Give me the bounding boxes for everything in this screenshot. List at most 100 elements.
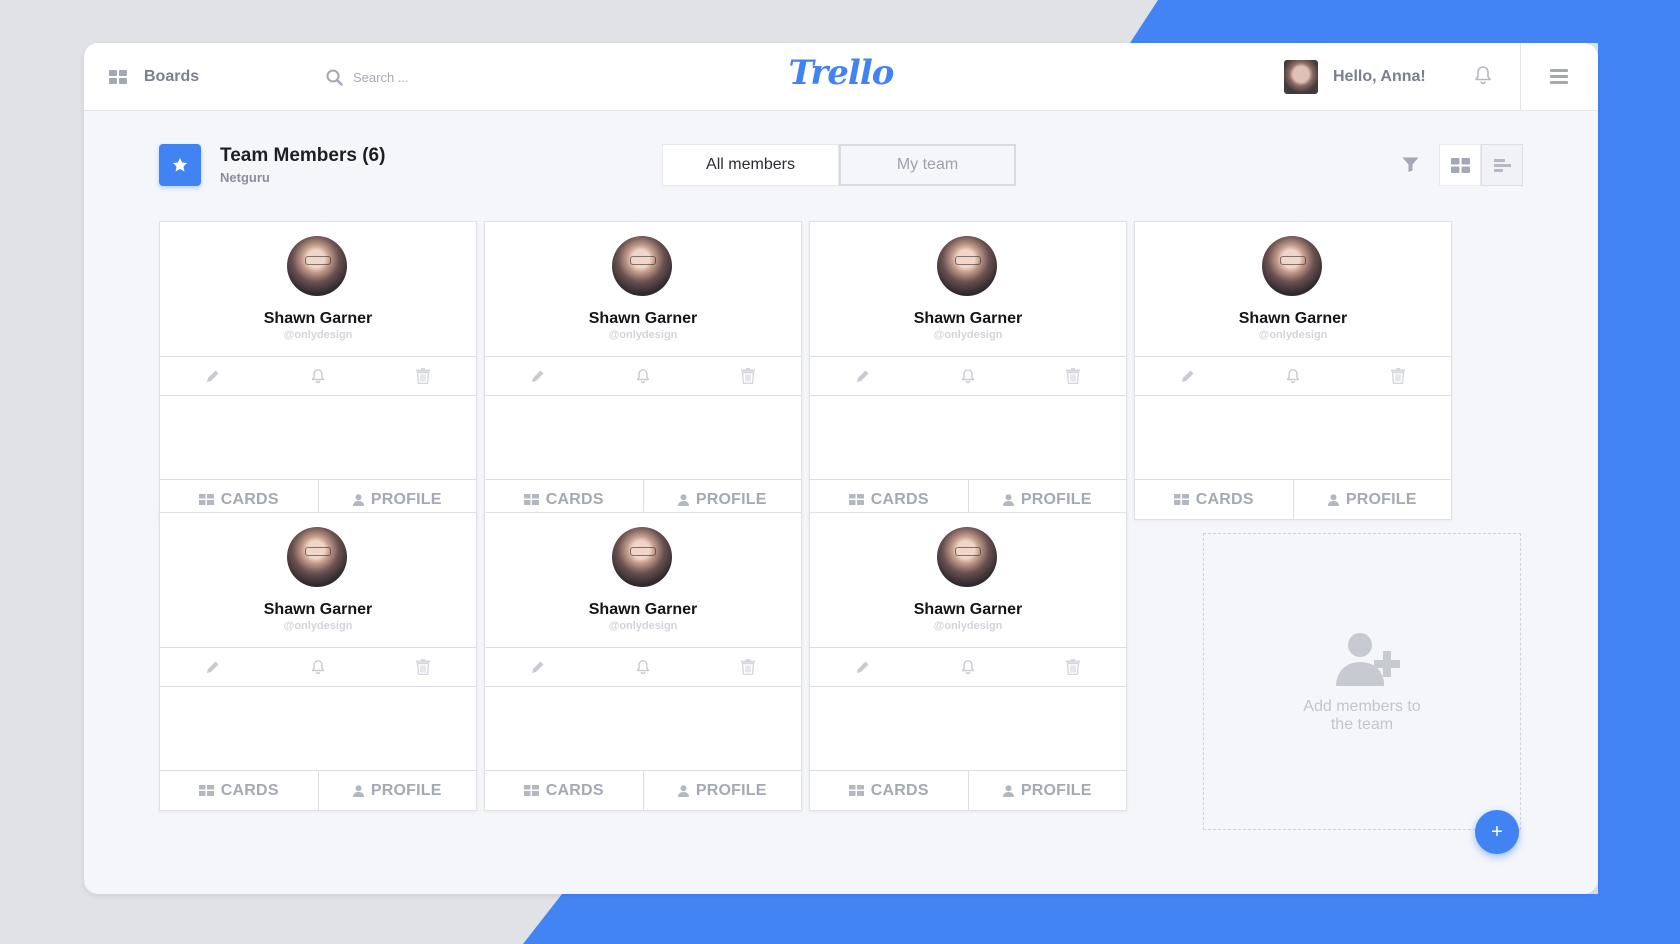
bell-icon <box>961 369 975 384</box>
cards-icon <box>848 494 864 505</box>
notify-button[interactable] <box>590 648 695 686</box>
delete-button[interactable] <box>696 357 801 395</box>
filter-button[interactable] <box>1402 157 1419 177</box>
member-footer: CARDS PROFILE <box>485 770 801 810</box>
user-menu[interactable]: Hello, Anna! <box>1284 43 1426 111</box>
add-member-fab[interactable]: + <box>1475 810 1519 854</box>
member-handle: @onlydesign <box>933 329 1003 341</box>
edit-button[interactable] <box>1135 357 1240 395</box>
edit-button[interactable] <box>810 357 915 395</box>
cards-icon <box>848 785 864 796</box>
notify-button[interactable] <box>590 357 695 395</box>
delete-button[interactable] <box>1021 357 1126 395</box>
profile-button[interactable]: PROFILE <box>1292 480 1452 519</box>
member-card: Shawn Garner @onlydesign CARDS PROFILE <box>484 221 802 520</box>
page-subtitle: Netguru <box>220 170 270 185</box>
notify-button[interactable] <box>915 357 1020 395</box>
notify-button[interactable] <box>265 357 370 395</box>
member-avatar[interactable] <box>937 236 997 296</box>
member-actions <box>1135 356 1451 396</box>
cards-label: CARDS <box>870 781 929 799</box>
pencil-icon <box>206 661 219 673</box>
delete-button[interactable] <box>371 648 476 686</box>
add-members-text: Add members to the team <box>1204 698 1520 734</box>
star-icon <box>172 157 188 172</box>
member-footer: CARDS PROFILE <box>160 770 476 810</box>
edit-button[interactable] <box>485 648 590 686</box>
profile-button[interactable]: PROFILE <box>317 771 477 810</box>
tab-my-team[interactable]: My team <box>839 144 1016 186</box>
member-avatar[interactable] <box>1262 236 1322 296</box>
trash-icon <box>741 659 756 675</box>
member-actions <box>485 647 801 687</box>
member-handle: @onlydesign <box>933 620 1003 632</box>
notify-button[interactable] <box>265 648 370 686</box>
bell-icon <box>961 660 975 675</box>
search-input[interactable] <box>353 69 503 85</box>
cards-button[interactable]: CARDS <box>485 771 643 810</box>
member-avatar[interactable] <box>287 527 347 587</box>
pencil-icon <box>1181 370 1194 382</box>
trash-icon <box>1066 659 1081 675</box>
member-card: Shawn Garner @onlydesign CARDS PROFILE <box>809 512 1127 811</box>
notify-button[interactable] <box>915 648 1020 686</box>
search-box[interactable] <box>326 43 503 111</box>
pencil-icon <box>531 661 544 673</box>
trash-icon <box>741 368 756 384</box>
member-handle: @onlydesign <box>283 620 353 632</box>
grid-view-button[interactable] <box>1439 144 1481 186</box>
delete-button[interactable] <box>1346 357 1451 395</box>
member-name: Shawn Garner <box>1238 310 1348 327</box>
member-card: Shawn Garner @onlydesign CARDS PROFILE <box>159 221 477 520</box>
member-actions <box>810 356 1126 396</box>
cards-button[interactable]: CARDS <box>160 771 318 810</box>
edit-button[interactable] <box>160 357 265 395</box>
user-avatar[interactable] <box>1284 60 1318 94</box>
member-avatar[interactable] <box>612 236 672 296</box>
grid-view-icon <box>1450 157 1470 173</box>
member-avatar[interactable] <box>612 527 672 587</box>
member-name: Shawn Garner <box>263 310 373 327</box>
delete-button[interactable] <box>696 648 801 686</box>
delete-button[interactable] <box>371 357 476 395</box>
member-card: Shawn Garner @onlydesign CARDS PROFILE <box>809 221 1127 520</box>
cards-label: CARDS <box>870 490 929 508</box>
profile-label: PROFILE <box>1345 490 1417 508</box>
delete-button[interactable] <box>1021 648 1126 686</box>
trash-icon <box>416 659 431 675</box>
member-footer: CARDS PROFILE <box>810 770 1126 810</box>
member-handle: @onlydesign <box>1258 329 1328 341</box>
edit-button[interactable] <box>485 357 590 395</box>
trello-logo[interactable]: Trello <box>789 53 895 93</box>
edit-button[interactable] <box>160 648 265 686</box>
user-icon <box>1002 493 1014 506</box>
add-members-line1: Add members to <box>1303 698 1421 715</box>
team-star-badge[interactable] <box>159 144 201 186</box>
trash-icon <box>1391 368 1406 384</box>
list-view-button[interactable] <box>1481 144 1523 186</box>
boards-button[interactable]: Boards <box>109 43 199 111</box>
notify-button[interactable] <box>1240 357 1345 395</box>
member-avatar[interactable] <box>937 527 997 587</box>
profile-button[interactable]: PROFILE <box>967 771 1127 810</box>
edit-button[interactable] <box>810 648 915 686</box>
add-member-card[interactable]: Add members to the team <box>1203 533 1521 830</box>
tab-all-members[interactable]: All members <box>662 144 839 186</box>
member-avatar[interactable] <box>287 236 347 296</box>
cards-icon <box>1173 494 1189 505</box>
profile-button[interactable]: PROFILE <box>642 771 802 810</box>
member-handle: @onlydesign <box>608 620 678 632</box>
pencil-icon <box>206 370 219 382</box>
cards-button[interactable]: CARDS <box>810 771 968 810</box>
pencil-icon <box>531 370 544 382</box>
cards-label: CARDS <box>545 781 604 799</box>
list-view-icon <box>1493 158 1511 172</box>
add-user-icon <box>1334 632 1402 693</box>
profile-label: PROFILE <box>1020 781 1092 799</box>
notifications-button[interactable] <box>1474 65 1492 90</box>
cards-button[interactable]: CARDS <box>1135 480 1293 519</box>
topbar: Boards Trello Hello, Anna! <box>84 43 1598 111</box>
hamburger-icon[interactable] <box>1550 69 1568 87</box>
topbar-divider <box>1520 43 1521 111</box>
filter-icon <box>1402 157 1419 172</box>
